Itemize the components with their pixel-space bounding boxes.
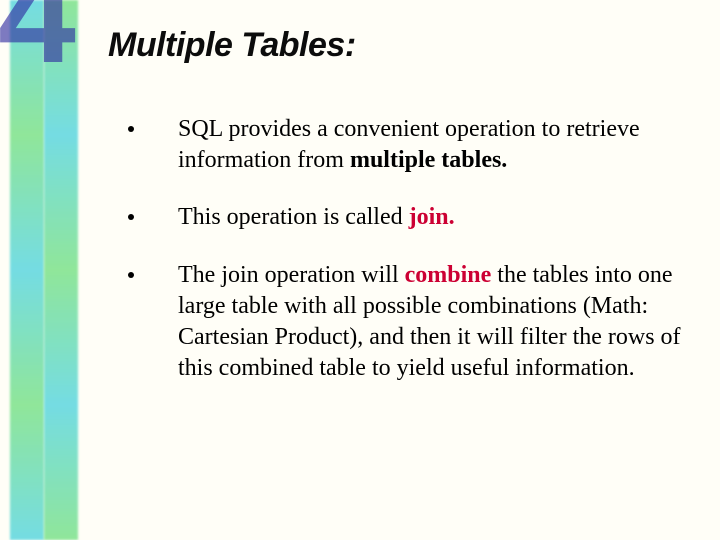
- text-bold: join.: [409, 204, 455, 230]
- bullet-icon: [128, 272, 134, 278]
- bullet-icon: [128, 214, 134, 220]
- bullet-text: SQL provides a convenient operation to r…: [178, 114, 684, 176]
- list-item: The join operation will combine the tabl…: [128, 260, 684, 385]
- bullet-list: SQL provides a convenient operation to r…: [128, 114, 684, 410]
- bullet-text: The join operation will combine the tabl…: [178, 260, 684, 385]
- slide-number: 4: [0, 0, 76, 84]
- list-item: This operation is called join.: [128, 202, 684, 233]
- text-span: The join operation will: [178, 262, 405, 288]
- bullet-icon: [128, 126, 134, 132]
- list-item: SQL provides a convenient operation to r…: [128, 114, 684, 176]
- text-span: This operation is called: [178, 204, 409, 230]
- text-bold: multiple tables.: [350, 147, 507, 173]
- slide-title: Multiple Tables:: [108, 26, 356, 65]
- text-bold: combine: [405, 262, 492, 288]
- bullet-text: This operation is called join.: [178, 202, 684, 233]
